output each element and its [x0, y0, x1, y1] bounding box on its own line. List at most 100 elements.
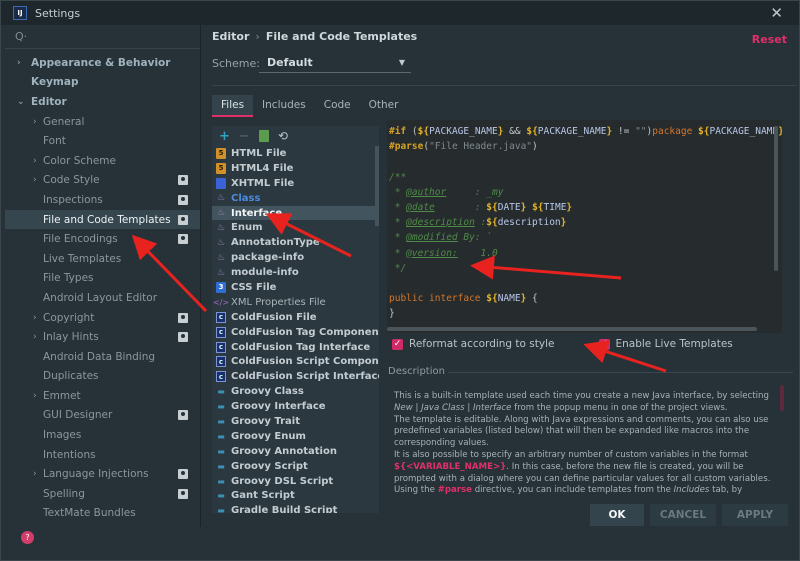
chevron-right-icon[interactable]: › [33, 332, 37, 342]
sidebar-item[interactable]: › General [5, 112, 200, 132]
sidebar-item[interactable]: › Code Style [5, 171, 200, 191]
template-item[interactable]: 3 CSS File [212, 280, 379, 295]
sidebar-item[interactable]: Images [5, 425, 200, 445]
java-icon: ♨ [216, 222, 226, 233]
sidebar-item[interactable]: TextMate Bundles [5, 504, 200, 524]
template-item[interactable]: ♨ package-info [212, 250, 379, 265]
tab-code[interactable]: Code [315, 95, 360, 117]
sidebar-item[interactable]: File Types [5, 269, 200, 289]
reset-template-button[interactable]: ⟲ [278, 129, 288, 143]
sidebar-item[interactable]: Android Layout Editor [5, 288, 200, 308]
sidebar-item[interactable]: › Copyright [5, 308, 200, 328]
sidebar-item[interactable]: Spelling [5, 484, 200, 504]
template-item[interactable]: ▬ Groovy Script [212, 459, 379, 474]
sidebar-item[interactable]: › Emmet [5, 386, 200, 406]
code-token: TIME [543, 201, 567, 213]
sidebar-item[interactable]: Live Templates [5, 249, 200, 269]
chevron-right-icon[interactable]: › [33, 175, 37, 185]
sidebar-item[interactable]: Android Data Binding [5, 347, 200, 367]
tab-files[interactable]: Files [212, 95, 254, 117]
breadcrumb-current: File and Code Templates [265, 30, 418, 43]
template-items: 5 HTML File 5 HTML4 File XHTML File ♨ Class ♨ In… [212, 146, 379, 513]
template-item[interactable]: ♨ Class [212, 191, 379, 206]
template-item[interactable]: ▬ Groovy Annotation [212, 444, 379, 459]
editor-vertical-scrollbar[interactable] [774, 126, 778, 271]
chevron-right-icon[interactable]: › [33, 469, 37, 479]
breadcrumb-editor[interactable]: Editor [212, 30, 249, 43]
reformat-checkbox[interactable]: ✓ [392, 338, 403, 350]
chevron-right-icon[interactable]: › [33, 156, 37, 166]
breadcrumb: Editor › File and Code Templates [212, 30, 417, 43]
template-item[interactable]: </> XML Properties File [212, 295, 379, 310]
sidebar-item-label: File Encodings [43, 233, 118, 246]
cancel-button[interactable]: CANCEL [650, 504, 716, 526]
template-item[interactable]: c ColdFusion Tag Component [212, 325, 379, 340]
tab-other[interactable]: Other [360, 95, 408, 117]
sidebar-item[interactable]: Inspections [5, 190, 200, 210]
apply-button[interactable]: APPLY [722, 504, 788, 526]
sidebar-item-label: Editor [31, 95, 67, 108]
template-item[interactable]: ▬ Groovy DSL Script [212, 474, 379, 489]
template-item[interactable]: 5 HTML File [212, 146, 379, 161]
settings-search-input[interactable]: Q· [5, 25, 200, 49]
template-item[interactable]: c ColdFusion Tag Interface [212, 340, 379, 355]
coldfusion-icon: c [216, 311, 226, 323]
sidebar-item[interactable]: Intentions [5, 445, 200, 465]
sidebar-item[interactable]: Keymap [5, 73, 200, 93]
sidebar-item[interactable]: ⌄ Editor [5, 92, 200, 112]
template-item[interactable]: ▬ Groovy Class [212, 384, 379, 399]
sidebar-item-label: Android Data Binding [43, 350, 156, 363]
template-item[interactable]: c ColdFusion Script Component [212, 354, 379, 369]
sidebar-item[interactable]: Duplicates [5, 367, 200, 387]
reformat-option[interactable]: ✓ Reformat according to style [392, 338, 555, 350]
template-code-editor[interactable]: #if (${PACKAGE_NAME} && ${PACKAGE_NAME} … [387, 120, 782, 333]
scheme-dropdown[interactable]: Default ▼ [259, 53, 411, 73]
scheme-label: Scheme: [212, 57, 260, 70]
code-token: ${ [698, 126, 710, 137]
chevron-right-icon[interactable]: › [33, 117, 37, 127]
tab-includes[interactable]: Includes [253, 95, 315, 117]
chevron-right-icon[interactable]: › [33, 313, 37, 323]
sidebar-item[interactable]: Font [5, 131, 200, 151]
sidebar-item[interactable]: › Language Injections [5, 464, 200, 484]
help-button[interactable]: ? [21, 531, 34, 544]
reset-link[interactable]: Reset [752, 33, 787, 46]
ok-button[interactable]: OK [590, 504, 644, 526]
close-button[interactable]: ✕ [770, 4, 783, 22]
template-item[interactable]: ▬ Groovy Enum [212, 429, 379, 444]
template-item[interactable]: c ColdFusion Script Interface [212, 369, 379, 384]
description-paragraph-3: It is also possible to specify an arbitr… [394, 449, 771, 484]
project-scope-icon [178, 234, 188, 245]
template-item[interactable]: c ColdFusion File [212, 310, 379, 325]
sidebar-item[interactable]: › Inlay Hints [5, 327, 200, 347]
sidebar-item[interactable]: File Encodings [5, 229, 200, 249]
sidebar-item[interactable]: GUI Designer [5, 406, 200, 426]
code-line: * @description :${description} [387, 215, 782, 230]
template-item[interactable]: ▬ Gant Script [212, 488, 379, 503]
sidebar-item[interactable]: › Appearance & Behavior [5, 53, 200, 73]
chevron-right-icon[interactable]: › [17, 58, 21, 68]
chevron-right-icon[interactable]: › [33, 391, 37, 401]
template-item[interactable]: ♨ Interface [212, 205, 379, 221]
live-templates-option[interactable]: ✓ Enable Live Templates [598, 338, 733, 350]
chevron-down-icon[interactable]: ⌄ [17, 97, 25, 107]
sidebar-item[interactable]: File and Code Templates [5, 209, 200, 230]
copy-template-button[interactable] [258, 130, 269, 142]
template-item[interactable]: ♨ Enum [212, 220, 379, 235]
template-item[interactable]: 5 HTML4 File [212, 161, 379, 176]
template-item[interactable]: ▬ Gradle Build Script [212, 503, 379, 513]
live-templates-checkbox[interactable]: ✓ [598, 338, 610, 350]
code-token: "" [635, 126, 647, 137]
description-scrollbar[interactable] [780, 385, 784, 411]
template-item[interactable]: XHTML File [212, 176, 379, 191]
template-item[interactable]: ♨ AnnotationType [212, 235, 379, 250]
template-item[interactable]: ▬ Groovy Trait [212, 414, 379, 429]
editor-horizontal-scrollbar[interactable] [387, 327, 757, 331]
sidebar-item[interactable]: › Color Scheme [5, 151, 200, 171]
template-item[interactable]: ♨ module-info [212, 265, 379, 280]
add-template-button[interactable]: + [219, 129, 230, 144]
java-icon: ♨ [216, 237, 226, 248]
remove-template-button[interactable]: − [239, 129, 250, 144]
list-scrollbar[interactable] [375, 146, 379, 226]
template-item[interactable]: ▬ Groovy Interface [212, 399, 379, 414]
